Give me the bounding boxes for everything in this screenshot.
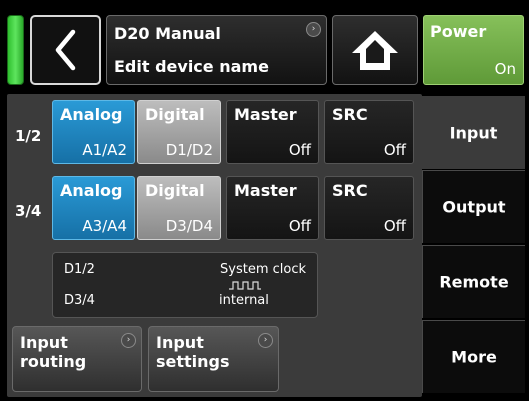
home-icon [352,31,398,70]
analog-tile-34[interactable]: Analog A3/A4 [52,176,135,240]
button-line1: Input [156,333,204,352]
tab-more[interactable]: More [422,320,525,393]
device-title: D20 Manual [114,24,221,43]
digital-tile-34[interactable]: Digital D3/D4 [137,176,221,240]
chevron-left-icon [55,29,76,71]
analog-title: Analog [60,181,123,200]
input-settings-button[interactable]: Input settings › [148,326,279,392]
info-circle-icon: › [121,333,136,348]
info-circle-icon: › [258,333,273,348]
src-value: Off [383,141,406,159]
power-label: Power [430,22,487,41]
digital-title: Digital [145,181,205,200]
device-title-button[interactable]: D20 Manual Edit device name › [106,15,327,85]
src-value: Off [383,217,406,235]
home-button[interactable] [332,15,418,85]
src-title: SRC [332,181,368,200]
button-line1: Input [20,333,68,352]
src-tile-34[interactable]: SRC Off [324,176,414,240]
tab-label: Remote [439,272,509,292]
power-button[interactable]: Power On [423,15,524,85]
row-label-34: 3/4 [15,202,42,220]
digital-title: Digital [145,105,205,124]
clock-d12-label: D1/2 [64,262,95,277]
device-subtitle: Edit device name [114,57,269,76]
button-line2: routing [20,352,87,371]
clock-d34-label: D3/4 [64,293,95,308]
digital-tile-12[interactable]: Digital D1/D2 [137,100,221,164]
tab-output[interactable]: Output [422,170,525,243]
row-label-12: 1/2 [15,127,42,145]
master-title: Master [234,105,297,124]
tab-label: Output [442,197,506,217]
tab-label: Input [449,123,498,142]
digital-value: D1/D2 [165,141,213,159]
master-value: Off [288,217,311,235]
system-clock-label: System clock [220,262,306,277]
src-tile-12[interactable]: SRC Off [324,100,414,164]
info-circle-icon: › [306,22,321,37]
tab-input[interactable]: Input [422,96,525,169]
input-routing-button[interactable]: Input routing › [12,326,142,392]
status-indicator [7,15,24,85]
power-state: On [494,60,516,78]
button-line2: settings [156,352,230,371]
clock-waveform-icon [229,281,261,290]
tab-remote[interactable]: Remote [422,245,525,318]
master-value: Off [288,141,311,159]
analog-value: A1/A2 [82,141,127,159]
clock-status-box: D1/2 D3/4 System clock internal [52,252,318,318]
clock-source: internal [219,293,269,308]
analog-tile-12[interactable]: Analog A1/A2 [52,100,135,164]
master-tile-12[interactable]: Master Off [226,100,319,164]
analog-value: A3/A4 [82,217,127,235]
tab-label: More [451,347,497,367]
analog-title: Analog [60,105,123,124]
back-button[interactable] [30,15,101,85]
src-title: SRC [332,105,368,124]
digital-value: D3/D4 [165,217,213,235]
master-title: Master [234,181,297,200]
master-tile-34[interactable]: Master Off [226,176,319,240]
